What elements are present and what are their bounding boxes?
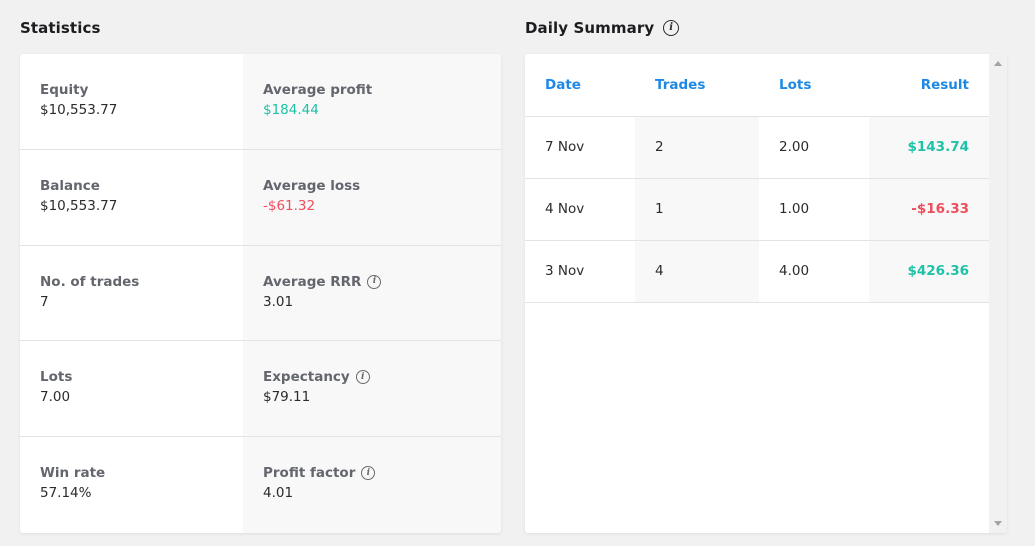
stat-value: 7 [40,293,49,310]
statistics-card: Equity $10,553.77 Average profit $184.44… [20,54,501,533]
daily-summary-card: Date Trades Lots Result 7 Nov 2 2.00 $14… [525,54,1007,533]
stat-value: $10,553.77 [40,197,118,214]
cell-date: 3 Nov [525,240,635,303]
info-icon[interactable]: i [367,274,382,289]
stat-value: 3.01 [263,293,294,310]
cell-trades: 2 [635,116,759,179]
stat-label: Average RRR [263,273,362,290]
stat-equity: Equity $10,553.77 [20,54,243,150]
stat-value: $10,553.77 [40,102,118,118]
stat-balance: Balance $10,553.77 [20,150,243,246]
stat-label: Equity [40,82,89,98]
statistics-title: Statistics [20,19,100,37]
daily-summary-table: Date Trades Lots Result 7 Nov 2 2.00 $14… [525,54,989,303]
stat-label-row: Profit factor i [263,464,481,482]
column-header-result[interactable]: Result [869,54,989,117]
cell-trades: 4 [635,240,759,303]
cell-date: 4 Nov [525,178,635,241]
stat-value: 57.14% [40,485,92,502]
stat-label: Average loss [263,177,361,194]
stat-lots: Lots 7.00 [20,341,243,438]
table-row[interactable]: 7 Nov 2 2.00 $143.74 [525,116,989,179]
table-header-row: Date Trades Lots Result [525,54,989,117]
stat-label: No. of trades [40,273,140,290]
stat-label: Average profit [263,82,373,98]
statistics-title-text: Statistics [20,19,101,37]
stat-win-rate: Win rate 57.14% [20,437,243,533]
stat-value: 4.01 [263,485,294,502]
cell-result: $143.74 [869,116,989,179]
table-row[interactable]: 3 Nov 4 4.00 $426.36 [525,240,989,303]
stat-label: Win rate [40,465,106,482]
stat-no-of-trades: No. of trades 7 [20,246,243,342]
stat-average-profit: Average profit $184.44 [243,54,501,150]
scroll-up-arrow-icon[interactable] [994,61,1002,66]
daily-summary-title: Daily Summary i [525,19,680,37]
cell-result: -$16.33 [869,178,989,241]
table-row[interactable]: 4 Nov 1 1.00 -$16.33 [525,178,989,241]
stat-value: $184.44 [263,102,319,118]
stat-label: Balance [40,177,100,194]
stat-label: Expectancy [263,369,350,386]
cell-lots: 1.00 [759,178,869,241]
cell-trades: 1 [635,178,759,241]
stat-value: 7.00 [40,389,71,406]
column-header-trades[interactable]: Trades [635,54,759,117]
stat-label-row: Expectancy i [263,368,481,386]
stat-expectancy: Expectancy i $79.11 [243,341,501,438]
stat-value: -$61.32 [263,197,316,214]
stat-label-row: Average RRR i [263,273,481,291]
column-header-date[interactable]: Date [525,54,635,117]
stat-average-rrr: Average RRR i 3.01 [243,245,501,342]
vertical-scrollbar[interactable] [989,54,1007,533]
stat-average-loss: Average loss -$61.32 [243,149,501,246]
cell-date: 7 Nov [525,116,635,179]
cell-result: $426.36 [869,240,989,303]
cell-lots: 4.00 [759,240,869,303]
daily-summary-title-text: Daily Summary [525,19,655,37]
stat-label: Profit factor [263,465,356,482]
stat-value: $79.11 [263,389,311,406]
info-icon[interactable]: i [361,466,376,481]
info-icon[interactable]: i [663,20,680,36]
cell-lots: 2.00 [759,116,869,179]
stat-label: Lots [40,369,73,386]
stat-profit-factor: Profit factor i 4.01 [243,437,501,533]
column-header-lots[interactable]: Lots [759,54,869,117]
info-icon[interactable]: i [355,370,370,385]
scroll-down-arrow-icon[interactable] [994,521,1002,526]
